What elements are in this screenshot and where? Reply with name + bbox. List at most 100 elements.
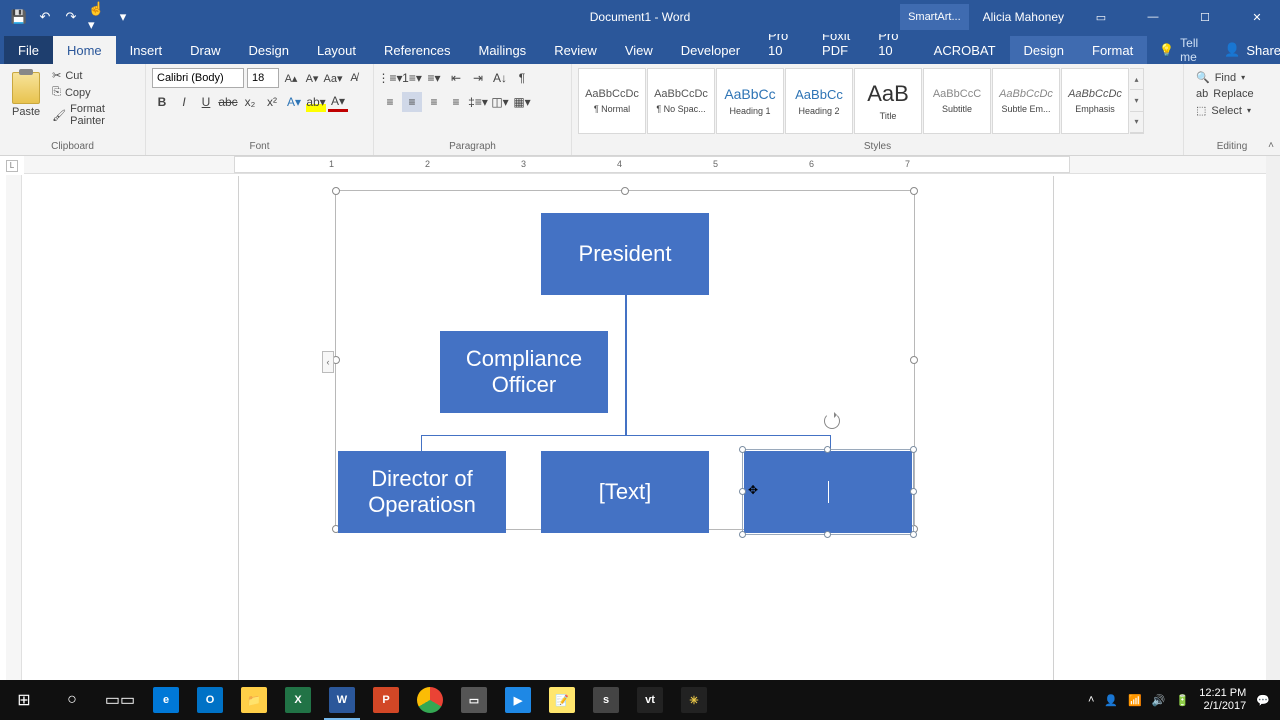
style-normal[interactable]: AaBbCcDc¶ Normal: [578, 68, 646, 134]
resize-handle[interactable]: [910, 187, 918, 195]
decrease-indent-icon[interactable]: ⇤: [446, 68, 466, 88]
tab-draw[interactable]: Draw: [176, 36, 234, 64]
shrink-font-icon[interactable]: A▾: [303, 69, 321, 87]
tab-references[interactable]: References: [370, 36, 464, 64]
format-painter-button[interactable]: 🖌Format Painter: [50, 102, 139, 128]
taskbar-powerpoint[interactable]: P: [364, 680, 408, 720]
tab-layout[interactable]: Layout: [303, 36, 370, 64]
touch-mode-icon[interactable]: ☝▾: [88, 8, 106, 26]
text-pane-toggle[interactable]: ‹: [322, 351, 334, 373]
shape-handle[interactable]: [739, 488, 746, 495]
vertical-scrollbar[interactable]: [1266, 156, 1280, 680]
taskbar-app2[interactable]: ▶: [496, 680, 540, 720]
resize-handle[interactable]: [332, 187, 340, 195]
cut-button[interactable]: ✂Cut: [50, 68, 139, 83]
find-button[interactable]: 🔍Find▾: [1194, 70, 1270, 85]
shape-handle[interactable]: [910, 531, 917, 538]
shape-handle[interactable]: [739, 531, 746, 538]
tray-volume-icon[interactable]: 🔊: [1152, 694, 1166, 707]
shape-handle[interactable]: [910, 446, 917, 453]
bold-button[interactable]: B: [152, 92, 172, 112]
minimize-icon[interactable]: —: [1130, 0, 1176, 34]
taskbar-app5[interactable]: ✳: [672, 680, 716, 720]
grow-font-icon[interactable]: A▴: [282, 69, 300, 87]
style-nospacing[interactable]: AaBbCcDc¶ No Spac...: [647, 68, 715, 134]
shape-handle[interactable]: [739, 446, 746, 453]
node-director[interactable]: Director of Operatiosn: [338, 451, 506, 533]
increase-indent-icon[interactable]: ⇥: [468, 68, 488, 88]
taskbar-chrome[interactable]: [408, 680, 452, 720]
undo-icon[interactable]: ↶: [36, 8, 54, 26]
font-size-combo[interactable]: 18: [247, 68, 279, 88]
sort-icon[interactable]: A↓: [490, 68, 510, 88]
task-view-icon[interactable]: ▭▭: [96, 680, 144, 720]
copy-button[interactable]: ⎘Copy: [50, 85, 139, 100]
multilevel-icon[interactable]: ≡▾: [424, 68, 444, 88]
tray-wifi-icon[interactable]: 📶: [1128, 694, 1142, 707]
clear-format-icon[interactable]: A̸: [345, 69, 363, 87]
justify-icon[interactable]: ≡: [446, 92, 466, 112]
italic-button[interactable]: I: [174, 92, 194, 112]
tab-smartart-format[interactable]: Format: [1078, 36, 1147, 64]
tab-selector[interactable]: L: [6, 160, 18, 172]
taskbar-excel[interactable]: X: [276, 680, 320, 720]
change-case-icon[interactable]: Aa▾: [324, 69, 342, 87]
resize-handle[interactable]: [621, 187, 629, 195]
taskbar-word[interactable]: W: [320, 680, 364, 720]
align-center-icon[interactable]: ≡: [402, 92, 422, 112]
style-heading1[interactable]: AaBbCcHeading 1: [716, 68, 784, 134]
maximize-icon[interactable]: ☐: [1182, 0, 1228, 34]
tab-mailings[interactable]: Mailings: [465, 36, 541, 64]
tab-insert[interactable]: Insert: [116, 36, 177, 64]
tray-notifications-icon[interactable]: 💬: [1256, 694, 1270, 707]
qat-more-icon[interactable]: ▾: [114, 8, 132, 26]
style-emphasis[interactable]: AaBbCcDcEmphasis: [1061, 68, 1129, 134]
align-right-icon[interactable]: ≡: [424, 92, 444, 112]
replace-button[interactable]: abReplace: [1194, 87, 1270, 101]
document-area[interactable]: ‹ President Compliance Officer Director …: [24, 176, 1266, 680]
vertical-ruler[interactable]: [6, 175, 22, 680]
align-left-icon[interactable]: ≡: [380, 92, 400, 112]
collapse-ribbon-icon[interactable]: ˄: [1268, 140, 1274, 151]
style-title[interactable]: AaBTitle: [854, 68, 922, 134]
shape-handle[interactable]: [910, 488, 917, 495]
start-button[interactable]: ⊞: [0, 680, 48, 720]
tab-smartart-design[interactable]: Design: [1010, 36, 1078, 64]
highlight-icon[interactable]: ab▾: [306, 92, 326, 112]
show-marks-icon[interactable]: ¶: [512, 68, 532, 88]
tray-people-icon[interactable]: 👤: [1104, 694, 1118, 707]
tab-developer[interactable]: Developer: [667, 36, 754, 64]
tab-design[interactable]: Design: [235, 36, 303, 64]
share-button[interactable]: 👤Share: [1210, 36, 1280, 64]
ribbon-display-icon[interactable]: ▭: [1078, 0, 1124, 34]
underline-button[interactable]: U: [196, 92, 216, 112]
tray-chevron-icon[interactable]: ˄: [1088, 694, 1094, 706]
line-spacing-icon[interactable]: ‡≡▾: [468, 92, 488, 112]
tell-me-search[interactable]: 💡Tell me: [1147, 36, 1210, 64]
taskbar-app3[interactable]: s: [584, 680, 628, 720]
borders-icon[interactable]: ▦▾: [512, 92, 532, 112]
system-tray[interactable]: ˄ 👤 📶 🔊 🔋 12:21 PM 2/1/2017 💬: [1078, 687, 1280, 713]
rotate-handle-icon[interactable]: [824, 413, 840, 429]
taskbar-outlook[interactable]: O: [188, 680, 232, 720]
horizontal-ruler[interactable]: 1 2 3 4 5 6 7: [24, 156, 1280, 174]
taskbar-app4[interactable]: vt: [628, 680, 672, 720]
strike-button[interactable]: abc: [218, 92, 238, 112]
font-name-combo[interactable]: Calibri (Body): [152, 68, 244, 88]
style-subtitle[interactable]: AaBbCcCSubtitle: [923, 68, 991, 134]
resize-handle[interactable]: [910, 356, 918, 364]
redo-icon[interactable]: ↷: [62, 8, 80, 26]
taskbar-app1[interactable]: ▭: [452, 680, 496, 720]
cortana-icon[interactable]: ○: [48, 680, 96, 720]
taskbar-sticky[interactable]: 📝: [540, 680, 584, 720]
user-name[interactable]: Alicia Mahoney: [975, 10, 1072, 24]
style-heading2[interactable]: AaBbCcHeading 2: [785, 68, 853, 134]
tab-file[interactable]: File: [4, 36, 53, 64]
paste-button[interactable]: Paste: [6, 68, 46, 122]
tab-view[interactable]: View: [611, 36, 667, 64]
node-president[interactable]: President: [541, 213, 709, 295]
numbering-icon[interactable]: 1≡▾: [402, 68, 422, 88]
close-icon[interactable]: ✕: [1234, 0, 1280, 34]
tray-clock[interactable]: 12:21 PM 2/1/2017: [1199, 687, 1246, 713]
styles-gallery[interactable]: AaBbCcDc¶ Normal AaBbCcDc¶ No Spac... Aa…: [578, 68, 1177, 134]
